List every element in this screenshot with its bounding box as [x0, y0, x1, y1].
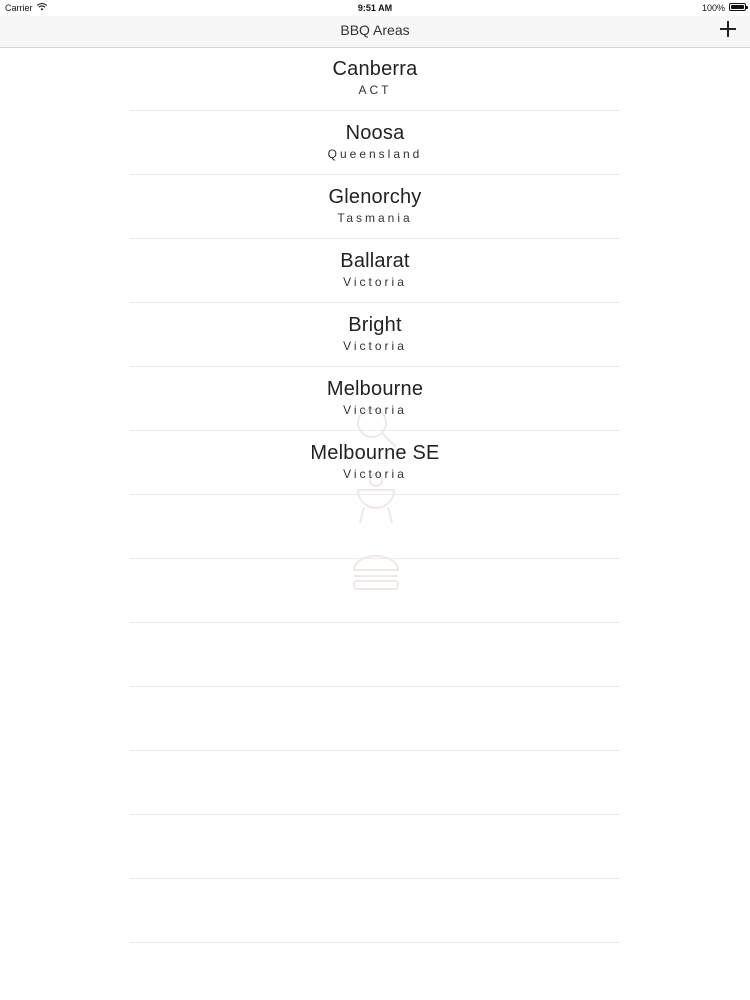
area-row[interactable]: Melbourne SE Victoria [0, 431, 750, 495]
area-name: Melbourne SE [310, 442, 440, 464]
area-state: Victoria [343, 339, 407, 353]
status-time: 9:51 AM [357, 3, 393, 13]
area-row[interactable]: Canberra ACT [0, 47, 750, 111]
battery-icon [729, 3, 748, 11]
row-separator [130, 942, 620, 943]
status-bar: Carrier 9:51 AM 100% [0, 0, 750, 16]
area-name: Noosa [345, 122, 405, 144]
empty-row [0, 879, 750, 943]
area-name: Bright [348, 314, 402, 336]
empty-row [0, 495, 750, 559]
empty-row [0, 559, 750, 623]
area-state: Victoria [343, 403, 407, 417]
area-state: Queensland [327, 147, 423, 161]
area-row[interactable]: Glenorchy Tasmania [0, 175, 750, 239]
area-name: Canberra [332, 58, 418, 80]
empty-row [0, 687, 750, 751]
page-title: BBQ Areas [340, 22, 410, 38]
area-name: Ballarat [340, 250, 410, 272]
area-row[interactable]: Ballarat Victoria [0, 239, 750, 303]
area-state: ACT [358, 83, 392, 97]
battery-percent: 100% [701, 3, 725, 13]
area-state: Victoria [343, 467, 407, 481]
empty-row [0, 751, 750, 815]
navigation-bar: BBQ Areas [0, 16, 750, 48]
area-row[interactable]: Bright Victoria [0, 303, 750, 367]
area-state: Victoria [343, 275, 407, 289]
area-list: Canberra ACT Noosa Queensland Glenorchy … [0, 47, 750, 943]
area-row[interactable]: Noosa Queensland [0, 111, 750, 175]
area-name: Melbourne [326, 378, 424, 400]
empty-row [0, 623, 750, 687]
empty-row [0, 815, 750, 879]
area-name: Glenorchy [328, 186, 422, 208]
area-state: Tasmania [337, 211, 413, 225]
area-row[interactable]: Melbourne Victoria [0, 367, 750, 431]
add-area-button[interactable] [720, 21, 736, 37]
